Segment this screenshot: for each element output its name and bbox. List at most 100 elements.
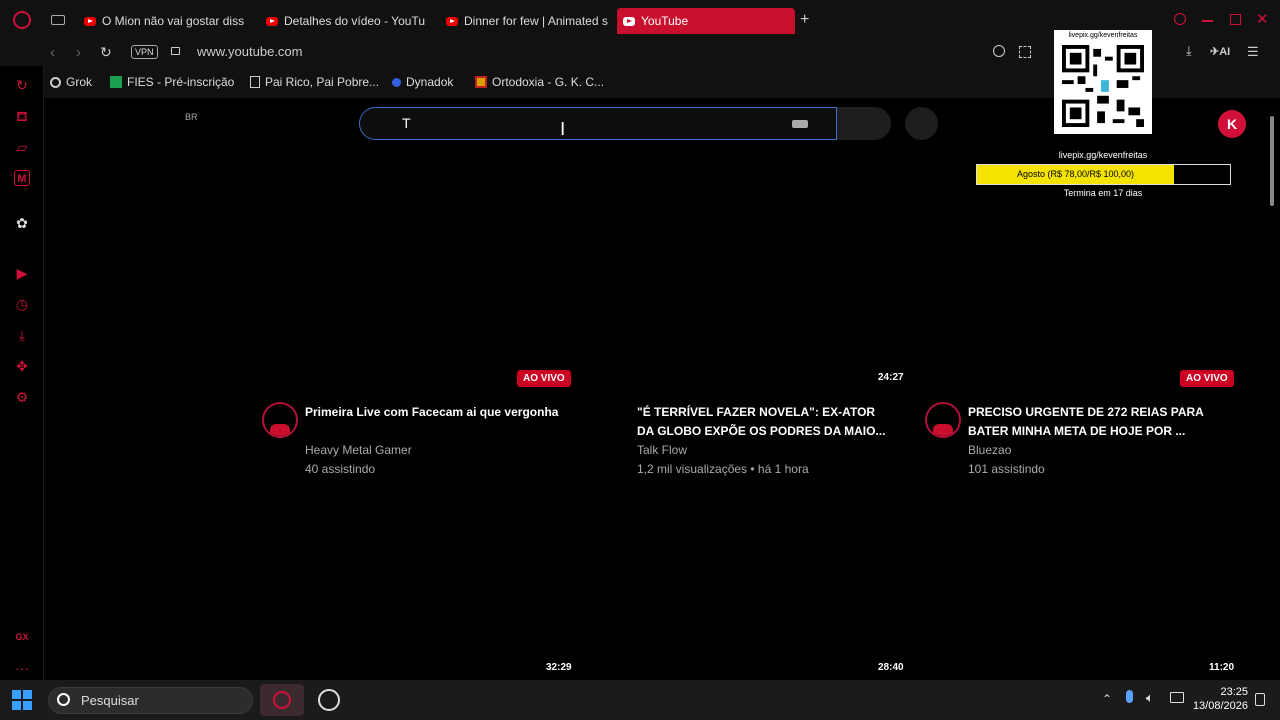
bookmark-pai-rico[interactable]: Pai Rico, Pai Pobre...: [250, 75, 379, 89]
channel-name[interactable]: Heavy Metal Gamer: [305, 441, 412, 459]
goal-ends: Termina em 17 dias: [1063, 188, 1143, 198]
history-icon[interactable]: ◷: [14, 296, 30, 312]
volume-icon[interactable]: 🔈︎: [1146, 690, 1154, 706]
video-title[interactable]: Primeira Live com Facecam ai que vergonh…: [305, 403, 560, 422]
video-title[interactable]: PRECISO URGENTE DE 272 REIAS PARA BATER …: [968, 403, 1223, 441]
extensions-icon[interactable]: ✥: [14, 358, 30, 374]
back-icon[interactable]: ‹: [50, 44, 55, 61]
live-badge: AO VIVO: [1180, 370, 1234, 387]
more-icon[interactable]: ···: [14, 660, 30, 676]
youtube-icon: [623, 16, 635, 26]
page-scrollbar[interactable]: [1269, 104, 1275, 680]
channel-avatar[interactable]: [925, 402, 961, 438]
video-title[interactable]: "É TERRÍVEL FAZER NOVELA": EX-ATOR DA GL…: [637, 403, 892, 441]
video-meta: 40 assistindo: [305, 462, 376, 476]
zoom-out-icon[interactable]: [993, 45, 1005, 57]
voice-search-button[interactable]: [905, 107, 938, 140]
qr-code: livepix.gg/kevenfreitas: [1054, 30, 1152, 134]
system-clock[interactable]: 23:25 13/08/2026: [1193, 685, 1248, 713]
player-icon[interactable]: ▶: [14, 265, 30, 281]
goal-progress-bar: Agosto (R$ 78,00/R$ 100,00): [976, 164, 1231, 185]
opera-logo-icon[interactable]: [13, 11, 31, 29]
tab-4-active[interactable]: YouTube: [617, 8, 795, 34]
bag-icon[interactable]: ⛾: [14, 108, 30, 124]
search-icon: [57, 693, 70, 706]
downloads-icon[interactable]: ⤓: [14, 327, 30, 343]
channel-name[interactable]: Bluezao: [968, 441, 1011, 459]
maximize-icon[interactable]: [1230, 14, 1241, 25]
snapshot-icon[interactable]: [1019, 46, 1031, 58]
search-text: T: [402, 115, 411, 131]
bookmark-ortodoxia[interactable]: Ortodoxia - G. K. C...: [475, 75, 604, 89]
dynadok-icon: [392, 77, 401, 87]
avatar[interactable]: K: [1218, 110, 1246, 138]
opera-gx-taskbar-icon[interactable]: [260, 684, 304, 716]
channel-name[interactable]: Talk Flow: [637, 441, 687, 459]
video-meta: 101 assistindo: [968, 462, 1045, 476]
grok-icon: [50, 76, 61, 88]
windows-start-icon[interactable]: [12, 690, 32, 710]
scrollbar-thumb[interactable]: [1270, 116, 1274, 206]
settings-icon[interactable]: ⚙: [14, 389, 30, 405]
tab-title: O Mion não vai gostar diss: [102, 14, 245, 28]
live-badge: AO VIVO: [517, 370, 571, 387]
chatgpt-icon[interactable]: ✿: [14, 215, 30, 231]
reload-icon[interactable]: ↻: [100, 44, 112, 61]
keyboard-icon[interactable]: [792, 120, 808, 128]
gx-control-icon[interactable]: ↻: [14, 77, 30, 93]
lock-icon: [171, 47, 180, 55]
youtube-icon: [84, 16, 96, 26]
microphone-icon[interactable]: [1126, 690, 1133, 703]
bookmark-fies[interactable]: FIES - Pré-inscrição: [110, 75, 234, 89]
taskbar-search-input[interactable]: [48, 687, 253, 714]
forward-icon[interactable]: ›: [76, 44, 81, 61]
search-tabs-icon[interactable]: [1174, 13, 1186, 25]
url-field[interactable]: www.youtube.com: [197, 44, 303, 59]
tab-title: YouTube: [641, 14, 689, 28]
download-icon[interactable]: ⤓: [1186, 43, 1192, 59]
tab-2[interactable]: Detalhes do vídeo - YouTu: [260, 8, 426, 34]
new-tab-button[interactable]: +: [800, 11, 809, 29]
bookmark-dynadok[interactable]: Dynadok: [392, 75, 453, 89]
ai-label: AI: [1219, 46, 1231, 58]
bookmark-label: Dynadok: [406, 75, 454, 89]
gx-label[interactable]: GX: [14, 629, 30, 645]
search-input[interactable]: T: [359, 107, 837, 140]
tab-3[interactable]: Dinner for few | Animated s: [440, 8, 608, 34]
qr-caption: livepix.gg/kevenfreitas: [1068, 32, 1138, 39]
easy-setup-icon[interactable]: ☰: [1247, 44, 1259, 60]
twitch-icon[interactable]: ▱: [14, 139, 30, 155]
tab-title: Detalhes do vídeo - YouTu: [284, 14, 425, 28]
close-icon[interactable]: ✕: [1256, 10, 1269, 28]
bookmark-label: Ortodoxia - G. K. C...: [492, 75, 605, 89]
video-duration: 24:27: [878, 372, 904, 383]
taskbar-search-label: Pesquisar: [81, 693, 139, 708]
search-button[interactable]: [837, 107, 891, 140]
video-duration: 28:40: [878, 662, 904, 673]
bookmark-grok[interactable]: Grok: [50, 75, 92, 89]
messenger-icon[interactable]: M: [14, 170, 30, 186]
clock-date: 13/08/2026: [1192, 700, 1248, 712]
opera-sidebar: ↻ ⛾ ▱ M ✿ ▶ ◷ ⤓ ✥ ⚙ GX ···: [0, 66, 44, 680]
goal-url: livepix.gg/kevenfreitas: [1058, 150, 1148, 160]
chevron-up-icon[interactable]: ⌃: [1102, 692, 1112, 706]
notifications-icon[interactable]: [1255, 693, 1265, 706]
vpn-badge[interactable]: VPN: [131, 45, 158, 59]
minimize-icon[interactable]: [1202, 20, 1213, 22]
channel-avatar[interactable]: [262, 402, 298, 438]
ai-button[interactable]: ✈AI: [1210, 45, 1230, 58]
bookmark-label: Grok: [66, 75, 93, 89]
fies-icon: [110, 76, 122, 88]
goal-text: Agosto (R$ 78,00/R$ 100,00): [1016, 169, 1135, 179]
tab-menu-icon[interactable]: [51, 15, 65, 25]
obs-taskbar-icon[interactable]: [318, 689, 340, 711]
tab-1[interactable]: O Mion não vai gostar diss: [78, 8, 246, 34]
youtube-icon: [446, 16, 458, 26]
video-duration: 11:20: [1209, 662, 1235, 673]
clock-time: 23:25: [1220, 686, 1248, 698]
text-cursor-icon: I: [560, 119, 566, 140]
youtube-icon: [266, 16, 278, 26]
bookmark-label: FIES - Pré-inscrição: [127, 75, 235, 89]
network-icon[interactable]: [1170, 692, 1184, 703]
country-code: BR: [185, 112, 198, 122]
